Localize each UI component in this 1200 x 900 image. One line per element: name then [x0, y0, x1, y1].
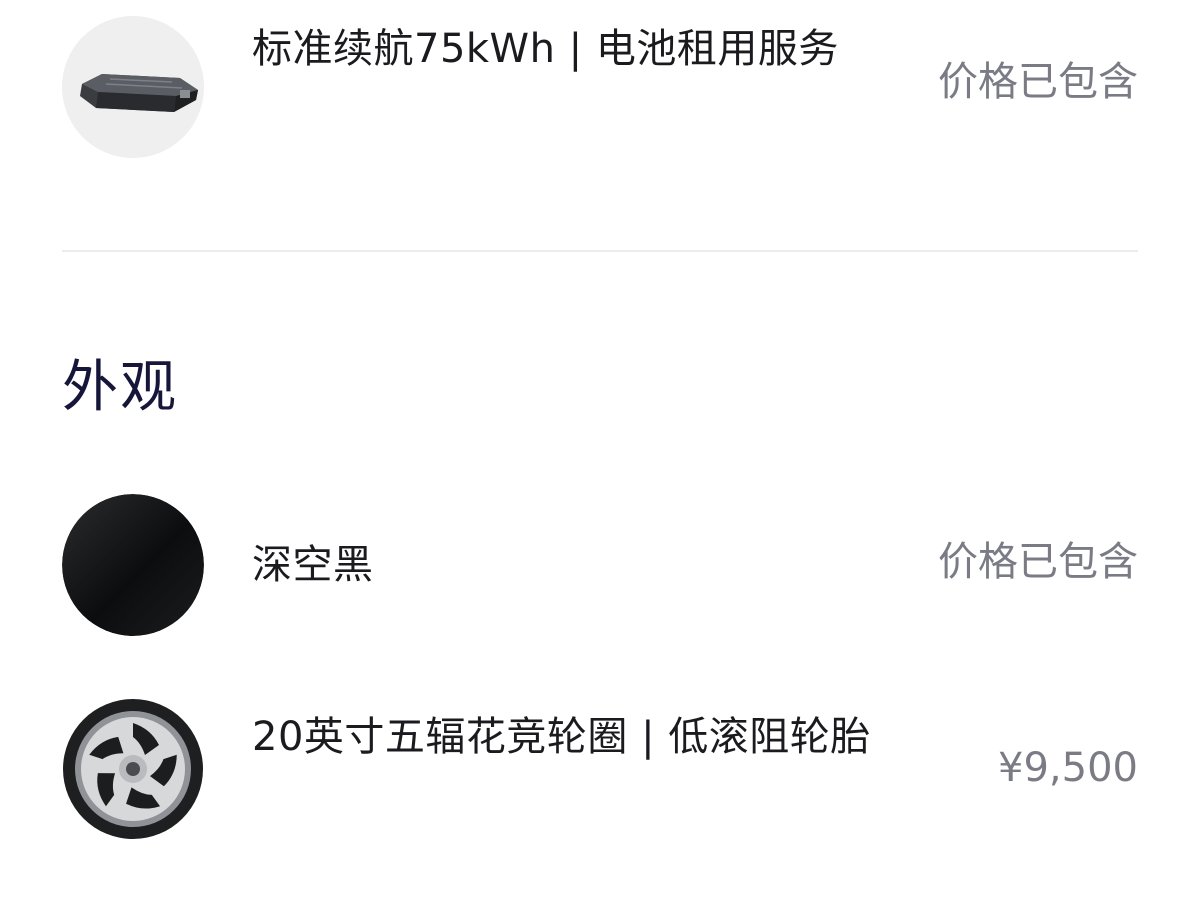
wheel-rim-image	[62, 698, 204, 840]
section-divider	[62, 250, 1138, 252]
battery-pack-icon	[62, 16, 204, 158]
color-swatch-icon	[62, 494, 204, 636]
color-swatch-black	[62, 494, 204, 636]
color-option-title: 深空黑	[252, 542, 374, 588]
configuration-summary: 标准续航75kWh | 电池租用服务 价格已包含 外观 深空黑 价格已包含 20…	[0, 0, 1200, 900]
battery-option-title: 标准续航75kWh | 电池租用服务	[252, 26, 839, 72]
wheel-option-price: ¥9,500	[998, 745, 1138, 791]
battery-pack-image	[62, 16, 204, 158]
color-option-price: 价格已包含	[938, 539, 1138, 585]
wheel-rim-icon	[63, 699, 203, 839]
exterior-section-title: 外观	[62, 355, 178, 420]
wheel-option-title: 20英寸五辐花竞轮圈 | 低滚阻轮胎	[252, 714, 871, 760]
battery-option-price: 价格已包含	[938, 59, 1138, 105]
